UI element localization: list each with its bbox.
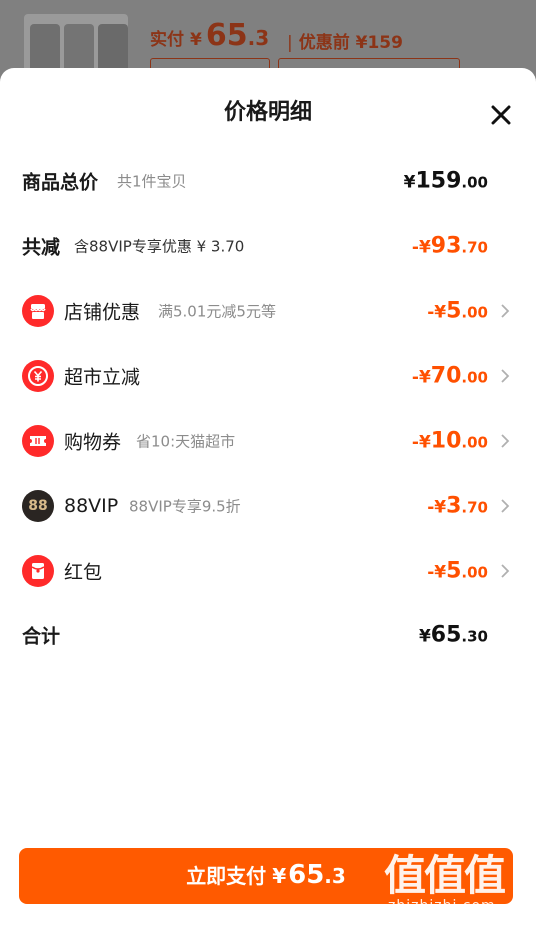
yen-icon — [22, 360, 54, 392]
price-detail-sheet: 价格明细 商品总价 共1件宝贝 ¥159.00 共减 含88VIP专享优惠 ¥ … — [0, 68, 536, 928]
product-total-row: 商品总价 共1件宝贝 ¥159.00 — [0, 156, 536, 206]
discount-item-amount: -¥ 10.00 — [411, 428, 488, 454]
chevron-right-icon — [501, 369, 510, 383]
close-icon — [491, 105, 511, 125]
discount-item-note: 满5.01元减5元等 — [158, 302, 276, 321]
chevron-right-icon — [501, 304, 510, 318]
close-button[interactable] — [484, 98, 518, 132]
total-discount-note: 含88VIP专享优惠 ¥ 3.70 — [74, 237, 245, 256]
discount-item-amount: -¥ 70.00 — [411, 363, 488, 389]
red-packet-icon — [22, 555, 54, 587]
background-original-price: | 优惠前 ¥159 — [287, 33, 403, 53]
discount-item-note: 省10:天猫超市 — [136, 432, 236, 451]
sum-amount: ¥65.30 — [418, 622, 488, 648]
watermark-logo: 值值值 — [384, 851, 506, 900]
discount-item-label: 店铺优惠 — [64, 301, 141, 324]
chevron-right-icon — [501, 434, 510, 448]
discount-item-amount: -¥ 5.00 — [427, 298, 488, 324]
discount-item-label: 超市立减 — [64, 366, 141, 389]
store-icon — [22, 295, 54, 327]
discount-item-label: 88VIP — [64, 495, 119, 517]
discount-item-label: 购物券 — [64, 431, 122, 454]
product-total-amount: ¥159.00 — [403, 168, 488, 194]
product-total-label: 商品总价 — [22, 171, 99, 194]
discount-item-amount: -¥ 5.00 — [427, 558, 488, 584]
sum-label: 合计 — [22, 625, 61, 648]
total-discount-amount: -¥ 93.70 — [411, 233, 488, 259]
coupon-icon — [22, 425, 54, 457]
discount-item-amount: -¥ 3.70 — [427, 493, 488, 519]
discount-item-88vip[interactable]: 88 88VIP 88VIP专享9.5折 -¥ 3.70 — [0, 481, 536, 531]
discount-item-red-packet[interactable]: 红包 -¥ 5.00 — [0, 546, 536, 596]
total-discount-label: 共减 — [22, 236, 61, 259]
product-count: 共1件宝贝 — [117, 172, 187, 191]
sum-row: 合计 ¥65.30 — [0, 610, 536, 660]
watermark-url: zhizhizhi.com — [388, 898, 496, 914]
chevron-right-icon — [501, 499, 510, 513]
discount-item-coupon[interactable]: 购物券 省10:天猫超市 -¥ 10.00 — [0, 416, 536, 466]
background-paid-amount: 实付 ¥ 65 .3 — [150, 18, 270, 53]
vip88-icon: 88 — [22, 490, 54, 522]
discount-item-note: 88VIP专享9.5折 — [129, 497, 241, 516]
discount-item-store[interactable]: 店铺优惠 满5.01元减5元等 -¥ 5.00 — [0, 286, 536, 336]
sheet-title: 价格明细 — [223, 100, 312, 125]
discount-item-label: 红包 — [64, 561, 103, 584]
product-thumbnail — [24, 14, 128, 72]
total-discount-row: 共减 含88VIP专享优惠 ¥ 3.70 -¥ 93.70 — [0, 221, 536, 271]
watermark: 值值值 zhizhizhi.com — [384, 842, 530, 922]
discount-item-supermarket[interactable]: 超市立减 -¥ 70.00 — [0, 351, 536, 401]
chevron-right-icon — [501, 564, 510, 578]
